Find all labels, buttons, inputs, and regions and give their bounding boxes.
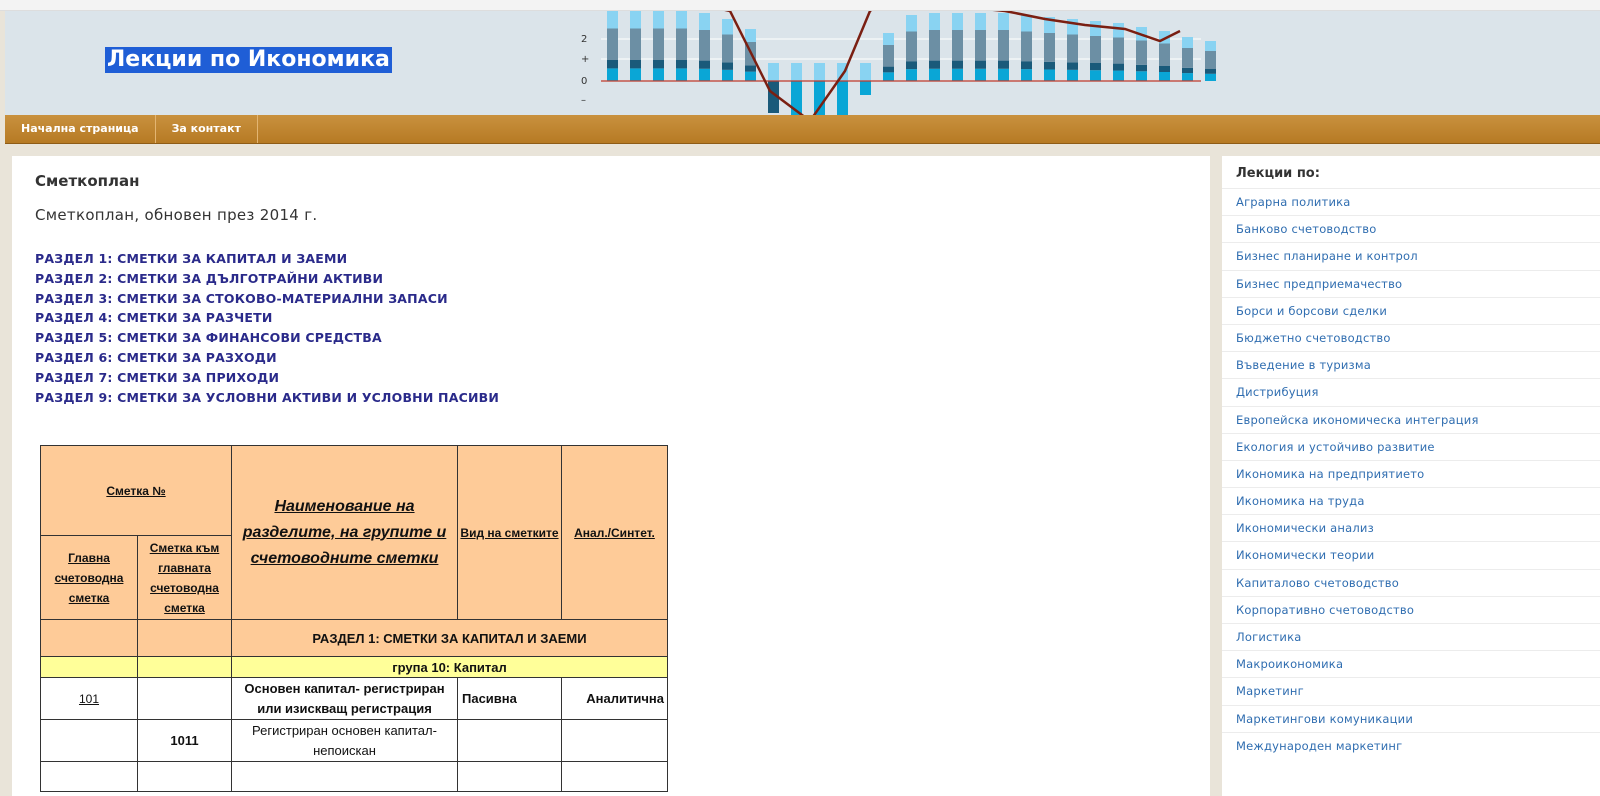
accounts-table: Сметка № Наименование на разделите, на г… [40, 445, 668, 792]
sidebar-title: Лекции по: [1236, 166, 1320, 181]
header-main-account: Главна счетоводна сметка [40, 535, 138, 620]
section-link-7[interactable]: РАЗДЕЛ 7: СМЕТКИ ЗА ПРИХОДИ [35, 368, 499, 388]
sidebar-lecture-link[interactable]: Бюджетно счетоводство [1222, 323, 1600, 351]
header-account-no: Сметка № [40, 445, 232, 536]
site-title[interactable]: Лекции по Икономика [105, 47, 392, 73]
account-anal [561, 719, 668, 762]
chart-tick-label: + [581, 54, 589, 65]
chart-tick-label: 0 [581, 76, 587, 87]
header-type: Вид на сметките [457, 445, 562, 620]
sidebar-lecture-link[interactable]: Икономика на труда [1222, 487, 1600, 514]
section-link-2[interactable]: РАЗДЕЛ 2: СМЕТКИ ЗА ДЪЛГОТРАЙНИ АКТИВИ [35, 269, 499, 289]
header-name: Наименование на разделите, на групите и … [231, 445, 458, 620]
account-name: Регистриран основен капитал- непоискан [231, 719, 458, 762]
account-name: Основен капитал- регистриран или изисква… [231, 677, 458, 720]
sidebar-lecture-link[interactable]: Маркетинг [1222, 677, 1600, 704]
header-banner-chart: 2 + 0 – [581, 11, 1216, 115]
nav-contact[interactable]: За контакт [156, 115, 258, 143]
account-main [40, 719, 138, 762]
account-sub: 1011 [137, 719, 232, 762]
main-nav: Начална страница За контакт [5, 115, 1600, 144]
page-title: Сметкоплан [35, 172, 140, 190]
account-anal: Аналитична [561, 677, 668, 720]
sidebar-lecture-link[interactable]: Макроикономика [1222, 650, 1600, 677]
sidebar-lecture-link[interactable]: Маркетингови комуникации [1222, 704, 1600, 732]
account-type: Пасивна [457, 677, 562, 720]
header-anal: Анал./Синтет. [561, 445, 668, 620]
sidebar-lecture-link[interactable]: Логистика [1222, 623, 1600, 650]
sidebar: Лекции по: Аграрна политика Банково счето… [1222, 156, 1600, 796]
account-sub [137, 677, 232, 720]
account-main[interactable]: 101 [40, 677, 138, 720]
sidebar-lecture-link[interactable]: Бизнес предприемачество [1222, 269, 1600, 297]
section-link-6[interactable]: РАЗДЕЛ 6: СМЕТКИ ЗА РАЗХОДИ [35, 348, 499, 368]
sidebar-lecture-link[interactable]: Аграрна политика [1222, 188, 1600, 215]
page-subtitle: Сметкоплан, обновен през 2014 г. [35, 206, 318, 224]
table-row: 1011 Регистриран основен капитал- непоис… [40, 719, 668, 762]
main-content: Сметкоплан Сметкоплан, обновен през 2014… [12, 156, 1210, 796]
sidebar-lecture-link[interactable]: Бизнес планиране и контрол [1222, 242, 1600, 269]
sidebar-lecture-link[interactable]: Екология и устойчиво развитие [1222, 432, 1600, 460]
section-link-9[interactable]: РАЗДЕЛ 9: СМЕТКИ ЗА УСЛОВНИ АКТИВИ И УСЛ… [35, 388, 499, 408]
section-link-5[interactable]: РАЗДЕЛ 5: СМЕТКИ ЗА ФИНАНСОВИ СРЕДСТВА [35, 328, 499, 348]
header-sub-account: Сметка към главната счетоводна сметка [137, 535, 232, 620]
table-row: 101 Основен капитал- регистриран или изи… [40, 677, 668, 720]
sidebar-lecture-link[interactable]: Въведение в туризма [1222, 351, 1600, 378]
sidebar-lecture-link[interactable]: Икономически анализ [1222, 514, 1600, 541]
section-link-4[interactable]: РАЗДЕЛ 4: СМЕТКИ ЗА РАЗЧЕТИ [35, 308, 499, 328]
chart-tick-label: – [581, 95, 586, 106]
account-type [457, 719, 562, 762]
site-header: Лекции по Икономика 2 + 0 – [5, 11, 1600, 115]
section-link-1[interactable]: РАЗДЕЛ 1: СМЕТКИ ЗА КАПИТАЛ И ЗАЕМИ [35, 249, 499, 269]
chart-tick-label: 2 [581, 34, 587, 45]
sidebar-lecture-link[interactable]: Европейска икономическа интеграция [1222, 405, 1600, 433]
sidebar-lecture-list: Аграрна политика Банково счетоводство Бизн… [1222, 188, 1600, 759]
section-link-3[interactable]: РАЗДЕЛ 3: СМЕТКИ ЗА СТОКОВО-МАТЕРИАЛНИ З… [35, 289, 499, 309]
section-links: РАЗДЕЛ 1: СМЕТКИ ЗА КАПИТАЛ И ЗАЕМИ РАЗД… [35, 249, 499, 407]
browser-bookmarks-strip [0, 0, 1600, 11]
section-row: РАЗДЕЛ 1: СМЕТКИ ЗА КАПИТАЛ И ЗАЕМИ [231, 619, 668, 657]
sidebar-lecture-link[interactable]: Борси и борсови сделки [1222, 296, 1600, 324]
sidebar-lecture-link[interactable]: Икономически теории [1222, 541, 1600, 568]
sidebar-lecture-link[interactable]: Капиталово счетоводство [1222, 568, 1600, 596]
nav-home[interactable]: Начална страница [5, 115, 156, 143]
group-row: група 10: Капитал [231, 656, 668, 678]
sidebar-lecture-link[interactable]: Банково счетоводство [1222, 215, 1600, 242]
sidebar-lecture-link[interactable]: Корпоративно счетоводство [1222, 595, 1600, 623]
sidebar-lecture-link[interactable]: Международен маркетинг [1222, 731, 1600, 759]
sidebar-lecture-link[interactable]: Дистрибуция [1222, 378, 1600, 405]
sidebar-lecture-link[interactable]: Икономика на предприятието [1222, 459, 1600, 487]
